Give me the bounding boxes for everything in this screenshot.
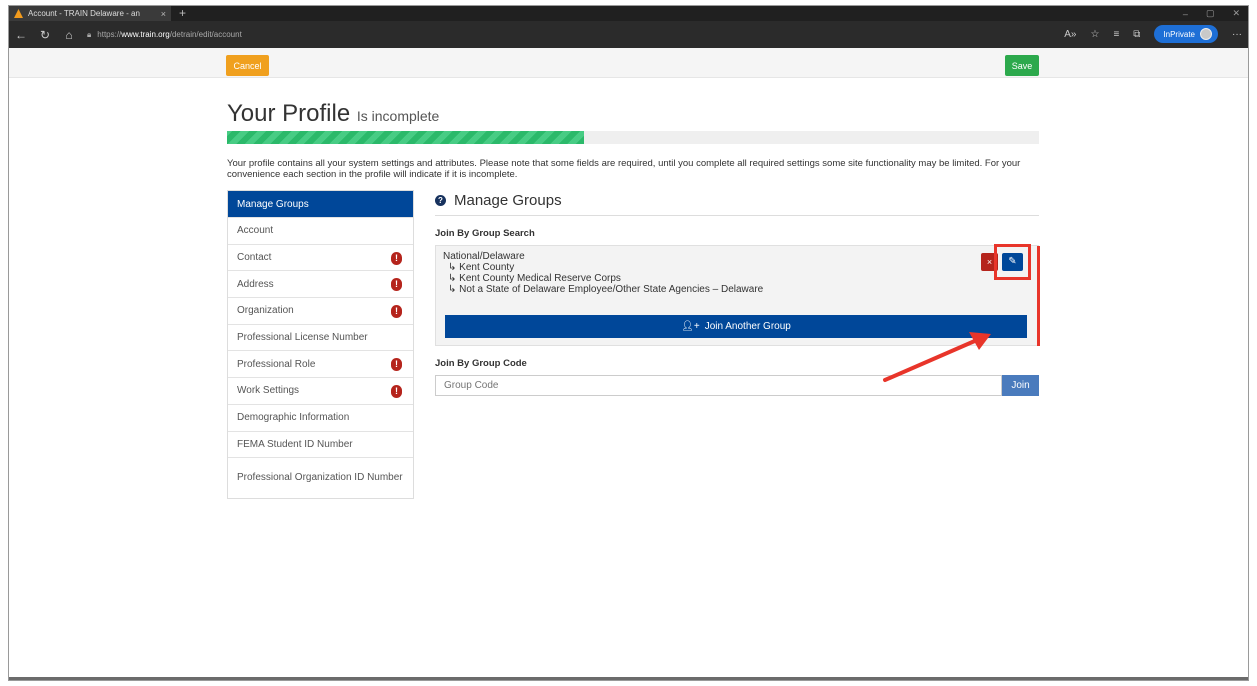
sidebar-item-label: Address (237, 278, 274, 290)
favorites-list-icon[interactable]: ≡ (1113, 29, 1119, 40)
address-bar: ← ↻ ⌂ 🔒︎ https://www.train.org/detrain/e… (9, 21, 1248, 48)
home-icon[interactable]: ⌂ (57, 28, 81, 42)
browser-toolbar-icons: A» ☆ ≡ ⧉ InPrivate ··· (1064, 25, 1242, 43)
group-path-root: National/Delaware (443, 251, 525, 262)
section-header: ? Manage Groups (435, 190, 1039, 216)
favorite-icon[interactable]: ☆ (1090, 29, 1099, 40)
action-strip: Cancel Save (9, 48, 1248, 78)
close-window-icon[interactable]: ✕ (1232, 8, 1240, 19)
collections-icon[interactable]: ⧉ (1133, 29, 1140, 40)
tab-title: Account - TRAIN Delaware - an (28, 9, 140, 18)
sidebar-item-label: Contact (237, 252, 272, 264)
sidebar-item-label: Account (237, 225, 274, 237)
sidebar-item-label: FEMA Student ID Number (237, 438, 353, 450)
sidebar-item[interactable]: Professional Role! (228, 351, 413, 379)
sidebar-item[interactable]: Account (228, 218, 413, 245)
sidebar-item[interactable]: Manage Groups (228, 191, 413, 218)
train-logo-icon (14, 9, 23, 18)
profile-progress-bar (227, 131, 1039, 144)
profile-sidebar: Manage Groups Account Contact! Address! Orga… (227, 190, 414, 500)
join-button[interactable]: Join (1002, 375, 1039, 396)
incomplete-warning-icon: ! (391, 384, 402, 398)
group-search-label: Join By Group Search (435, 228, 535, 239)
sidebar-item-label: Work Settings (237, 385, 300, 397)
sidebar-item-label: Professional License Number (237, 332, 368, 344)
sidebar-item-label: Demographic Information (237, 412, 350, 424)
url-field[interactable]: 🔒︎ https://www.train.org/detrain/edit/ac… (87, 25, 242, 44)
sidebar-item[interactable]: FEMA Student ID Number (228, 432, 413, 459)
add-user-icon: 👤︎+ (681, 321, 700, 332)
profile-description: Your profile contains all your system se… (227, 158, 1021, 180)
group-code-input[interactable] (435, 375, 1002, 396)
incomplete-warning-icon: ! (391, 278, 402, 292)
manage-groups-panel: ? Manage Groups Join By Group Search Nat… (435, 190, 1040, 396)
group-code-row: Join (435, 375, 1039, 396)
window-controls: – ▢ ✕ (1183, 6, 1240, 21)
tab-strip: Account - TRAIN Delaware - an × + – ▢ ✕ (9, 6, 1248, 21)
sidebar-item[interactable]: Contact! (228, 245, 413, 272)
new-tab-icon[interactable]: + (179, 6, 186, 21)
url-path: /detrain/edit/account (169, 30, 242, 39)
page-content: Cancel Save Your Profile Is incomplete Y… (9, 48, 1248, 680)
tab-close-icon[interactable]: × (161, 9, 166, 19)
url-host: www.train.org (121, 30, 170, 39)
group-code-label: Join By Group Code (435, 358, 527, 369)
incomplete-warning-icon: ! (391, 251, 402, 265)
sidebar-item[interactable]: Address! (228, 271, 413, 299)
join-another-group-button[interactable]: 👤︎+ Join Another Group (445, 315, 1027, 338)
refresh-icon[interactable]: ↻ (33, 28, 57, 42)
minimize-icon[interactable]: – (1183, 9, 1188, 19)
sidebar-item-label: Organization (237, 305, 294, 317)
page-title: Your Profile Is incomplete (227, 100, 440, 127)
url-scheme: https:// (97, 30, 122, 39)
sidebar-item[interactable]: Professional Organization ID Number (228, 458, 413, 498)
group-path-level: ↳ Kent County Medical Reserve Corps (448, 273, 621, 284)
progress-fill (227, 131, 585, 144)
sidebar-item-label: Professional Role (237, 358, 316, 370)
sidebar-item[interactable]: Work Settings! (228, 378, 413, 405)
sidebar-item-label: Manage Groups (237, 198, 309, 210)
group-path-level: ↳ Not a State of Delaware Employee/Other… (448, 284, 764, 295)
incomplete-warning-icon: ! (391, 358, 402, 372)
browser-tab[interactable]: Account - TRAIN Delaware - an × (9, 6, 171, 21)
group-search-box: National/Delaware ↳ Kent County ↳ Kent C… (435, 244, 1040, 346)
back-icon[interactable]: ← (9, 28, 33, 42)
section-title: Manage Groups (454, 192, 562, 209)
sidebar-item[interactable]: Demographic Information (228, 405, 413, 432)
browser-window: Account - TRAIN Delaware - an × + – ▢ ✕ … (8, 5, 1249, 681)
read-aloud-icon[interactable]: A» (1064, 29, 1076, 40)
inprivate-badge[interactable]: InPrivate (1154, 25, 1218, 43)
profile-avatar-icon (1200, 28, 1212, 40)
more-icon[interactable]: ··· (1232, 29, 1242, 40)
sidebar-item[interactable]: Professional License Number (228, 325, 413, 352)
incomplete-warning-icon: ! (391, 304, 402, 318)
highlight-line (1037, 246, 1040, 346)
window-bottom-edge (9, 677, 1248, 680)
lock-icon: 🔒︎ (87, 29, 92, 39)
maximize-icon[interactable]: ▢ (1206, 8, 1215, 19)
save-button[interactable]: Save (1005, 55, 1039, 76)
sidebar-item-label: Professional Organization ID Number (237, 472, 403, 484)
cancel-button[interactable]: Cancel (226, 55, 269, 76)
highlight-box (994, 244, 1031, 280)
help-icon[interactable]: ? (435, 195, 446, 206)
group-path-level: ↳ Kent County (448, 262, 515, 273)
sidebar-item[interactable]: Organization! (228, 298, 413, 325)
page-subtitle: Is incomplete (356, 108, 440, 124)
